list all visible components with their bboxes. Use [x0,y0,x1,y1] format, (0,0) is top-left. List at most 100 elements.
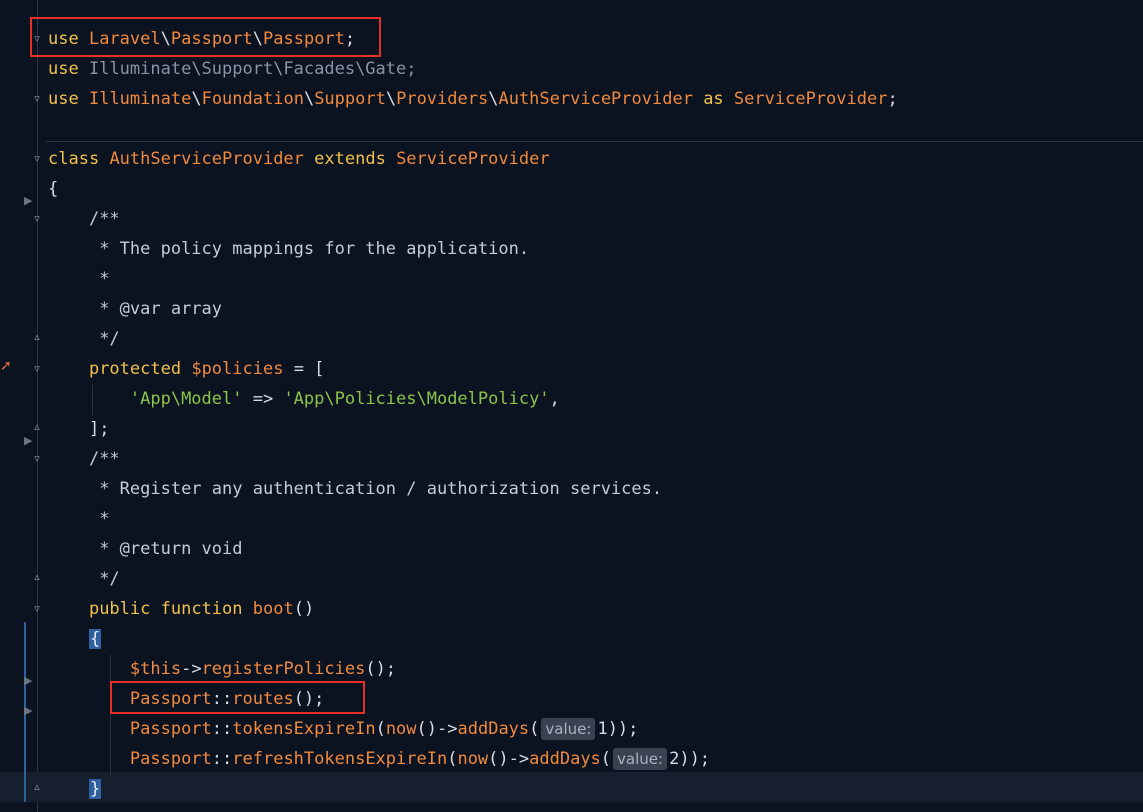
namespace-part: Foundation [201,89,304,109]
keyword: function [160,599,243,619]
code-line[interactable]: * [48,504,898,534]
doc-comment: * Register any authentication / authoriz… [88,479,663,499]
fold-icon[interactable]: ▿ [31,32,43,46]
code-line[interactable]: Passport::tokensExpireIn(now()->addDays(… [48,714,898,744]
code-line[interactable]: * Register any authentication / authoriz… [48,474,898,504]
code-line[interactable]: ]; [48,414,898,444]
keyword: extends [314,149,386,169]
editor-gutter[interactable] [0,0,46,812]
code-area[interactable]: use Laravel\Passport\Passport; use Illum… [48,24,898,804]
code-line[interactable]: Passport::routes(); [48,684,898,714]
doc-comment: /** [88,209,120,229]
fold-icon[interactable]: ▿ [31,362,43,376]
code-line[interactable]: class AuthServiceProvider extends Servic… [48,144,898,174]
keyword: use [48,89,79,109]
class-name: ServiceProvider [733,89,888,109]
namespace-part: Illuminate [88,89,192,109]
keyword: as [703,89,724,109]
namespace-part: Providers [396,89,489,109]
method-call: registerPolicies [201,659,366,679]
override-marker-icon[interactable]: ➚ [0,357,14,375]
variable: $policies [191,359,284,379]
variable: $this [129,659,182,679]
class-name: Passport [129,719,212,739]
doc-comment: * @return void [88,539,243,559]
function-call: now [385,719,417,739]
keyword: protected [88,359,182,379]
code-line[interactable]: * @return void [48,534,898,564]
fold-icon[interactable]: ▿ [31,212,43,226]
doc-comment: * [88,509,110,529]
fold-icon[interactable]: ▿ [31,92,43,106]
code-line[interactable]: { [48,624,898,654]
fold-icon[interactable]: ▵ [31,570,43,584]
brace: { [48,179,59,199]
doc-comment: /** [88,449,120,469]
code-line[interactable]: Passport::refreshTokensExpireIn(now()->a… [48,744,898,774]
code-line[interactable]: /** [48,444,898,474]
doc-comment: * [88,269,110,289]
code-line[interactable]: use Laravel\Passport\Passport; [48,24,898,54]
string-literal: 'App\Policies\ModelPolicy' [283,389,550,409]
code-editor[interactable]: ▿ ▿ ▿ ▶ ▿ ▵ ➚ ▿ ▵ ▶ ▿ ▵ ▿ ▶ ▶ ▵ use Lara… [0,0,1143,812]
function-call: now [457,749,489,769]
fold-icon[interactable]: ▵ [31,420,43,434]
parameter-hint: value: [541,718,596,740]
class-name: AuthServiceProvider [109,149,304,169]
class-name: Passport [129,749,212,769]
code-line[interactable]: * [48,264,898,294]
code-line[interactable]: * The policy mappings for the applicatio… [48,234,898,264]
class-name: ServiceProvider [396,149,550,169]
number-literal: 1 [597,719,608,739]
keyword: class [48,149,100,169]
namespace-part: Passport [170,29,253,49]
code-line[interactable]: { [48,174,898,204]
namespace-part: Laravel [88,29,161,49]
code-line[interactable]: /** [48,204,898,234]
code-line[interactable]: * @var array [48,294,898,324]
class-name: AuthServiceProvider [498,89,693,109]
keyword: use [48,29,79,49]
string-literal: 'App\Model' [129,389,243,409]
code-line[interactable]: */ [48,324,898,354]
gutter-divider [37,0,38,812]
namespace-part: Support [314,89,386,109]
namespace-path: Illuminate\Support\Facades\Gate [88,59,407,79]
code-line[interactable]: $this->registerPolicies(); [48,654,898,684]
code-line[interactable]: 'App\Model' => 'App\Policies\ModelPolicy… [48,384,898,414]
fold-icon[interactable]: ▿ [31,602,43,616]
code-line[interactable]: public function boot() [48,594,898,624]
method-call: addDays [457,719,530,739]
function-name: boot [252,599,294,619]
class-name: Passport [129,689,212,709]
method-call: tokensExpireIn [232,719,376,739]
method-call: refreshTokensExpireIn [232,749,448,769]
fold-icon[interactable]: ▿ [31,452,43,466]
code-line[interactable]: use Illuminate\Foundation\Support\Provid… [48,84,898,114]
doc-comment: */ [88,569,120,589]
method-call: routes [232,689,294,709]
matched-brace: } [88,779,102,799]
method-call: addDays [529,749,601,769]
doc-comment: * The policy mappings for the applicatio… [88,239,530,259]
doc-comment: */ [88,329,120,349]
bookmark-arrow-icon[interactable]: ▶ [24,435,36,447]
keyword: public [88,599,151,619]
fold-icon[interactable]: ▵ [31,780,43,794]
code-line[interactable]: } [48,774,898,804]
bookmark-arrow-icon[interactable]: ▶ [24,195,36,207]
class-name: Passport [263,29,345,49]
parameter-hint: value: [613,748,668,770]
bookmark-arrow-icon[interactable]: ▶ [24,705,36,717]
code-line[interactable]: use Illuminate\Support\Facades\Gate; [48,54,898,84]
keyword: use [48,59,79,79]
number-literal: 2 [669,749,680,769]
code-line-empty[interactable] [48,114,898,144]
code-line[interactable]: protected $policies = [ [48,354,898,384]
doc-comment: * @var array [88,299,223,319]
fold-icon[interactable]: ▿ [31,152,43,166]
matched-brace: { [88,629,102,649]
bookmark-arrow-icon[interactable]: ▶ [24,675,36,687]
code-line[interactable]: */ [48,564,898,594]
fold-icon[interactable]: ▵ [31,330,43,344]
